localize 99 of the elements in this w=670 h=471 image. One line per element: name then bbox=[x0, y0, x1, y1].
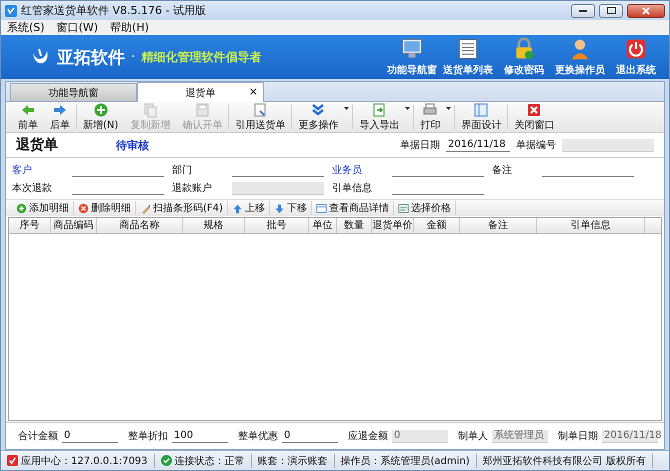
tab-close-button[interactable]: × bbox=[248, 85, 258, 98]
column-header[interactable]: 数量 bbox=[337, 218, 372, 233]
field-label: 整单优惠 bbox=[238, 430, 278, 443]
close-icon bbox=[642, 6, 650, 14]
field-label: 部门 bbox=[172, 164, 193, 177]
field-label: 业务员 bbox=[332, 164, 363, 177]
status-label: 待审核 bbox=[116, 138, 150, 152]
close-icon bbox=[526, 102, 542, 118]
banner-button[interactable]: 更换操作员 bbox=[555, 37, 605, 79]
up-arrow-icon bbox=[232, 202, 243, 214]
tab[interactable]: 退货单 × bbox=[137, 82, 264, 102]
toolbar-button[interactable]: 下移 bbox=[270, 201, 312, 215]
column-header[interactable]: 商品名称 bbox=[97, 218, 183, 233]
input-field[interactable]: 2016/11/18 bbox=[446, 138, 510, 152]
toolbar-button[interactable]: 界面设计 bbox=[455, 102, 508, 132]
maximize-icon bbox=[606, 7, 616, 14]
banner-button[interactable]: 功能导航窗 bbox=[387, 37, 437, 79]
field-label: 合计金额 bbox=[18, 430, 58, 443]
status-text: 应用中心：127.0.0.1:7093 bbox=[21, 454, 148, 468]
field-label: 本次退款 bbox=[12, 182, 53, 195]
brand-name: 亚拓软件 bbox=[57, 46, 125, 68]
column-header[interactable]: 备注 bbox=[460, 218, 537, 233]
input-field[interactable]: 0 bbox=[282, 430, 338, 442]
field-label: 引单信息 bbox=[332, 182, 373, 195]
tab[interactable]: 功能导航窗 bbox=[10, 83, 137, 101]
status-text: 郑州亚拓软件科技有限公司 版权所有 bbox=[482, 454, 646, 468]
window-title: 红管家送货单软件 V8.5.176 - 试用版 bbox=[21, 3, 207, 18]
table-icon bbox=[398, 202, 409, 214]
toolbar-button[interactable]: 关闭窗口 bbox=[508, 102, 560, 132]
window-icon bbox=[316, 202, 327, 214]
down-arrow-icon bbox=[274, 202, 285, 214]
field-label: 应退金额 bbox=[348, 430, 388, 443]
banner-button[interactable]: 退出系统 bbox=[611, 37, 661, 79]
left-arrow-icon bbox=[20, 102, 36, 118]
menu-item[interactable]: 窗口(W) bbox=[56, 20, 98, 35]
column-header[interactable]: 批号 bbox=[245, 218, 309, 233]
column-header[interactable]: 单位 bbox=[309, 218, 337, 233]
toolbar-button[interactable]: 上移 bbox=[228, 201, 270, 215]
import-icon bbox=[371, 102, 388, 118]
layout-icon bbox=[473, 102, 490, 118]
toolbar-button[interactable]: 后单 bbox=[44, 102, 76, 132]
field-label: 制单日期 bbox=[558, 430, 598, 443]
menu-item[interactable]: 帮助(H) bbox=[110, 20, 149, 35]
delete-icon bbox=[78, 202, 89, 214]
right-arrow-icon bbox=[52, 102, 68, 118]
pen-icon bbox=[140, 202, 151, 214]
field-label: 单据编号 bbox=[516, 138, 556, 152]
field-label: 整单折扣 bbox=[128, 430, 168, 443]
check-icon bbox=[160, 455, 172, 466]
toolbar-button[interactable]: 查看商品详情 bbox=[312, 201, 394, 215]
list-icon bbox=[456, 37, 480, 61]
plus-icon bbox=[16, 202, 27, 214]
save-icon bbox=[194, 102, 210, 118]
toolbar-button[interactable]: 引用送货单 bbox=[229, 102, 292, 132]
app-center-icon bbox=[7, 455, 18, 466]
maximize-button[interactable] bbox=[599, 4, 623, 18]
column-header[interactable]: 规格 bbox=[183, 218, 245, 233]
field-label: 退款账户 bbox=[172, 182, 213, 195]
column-header[interactable]: 序号 bbox=[9, 218, 51, 233]
toolbar-button[interactable]: 选择价格 bbox=[394, 201, 456, 215]
minimize-icon bbox=[579, 9, 587, 12]
toolbar-button[interactable]: 更多操作 bbox=[292, 102, 352, 132]
power-icon bbox=[624, 37, 648, 61]
field-label: 备注 bbox=[492, 164, 513, 177]
banner-button[interactable]: 修改密码 bbox=[499, 37, 549, 79]
app-icon bbox=[5, 4, 17, 16]
toolbar-button[interactable]: 删除明细 bbox=[74, 201, 136, 215]
caret-icon bbox=[344, 107, 350, 110]
column-header[interactable]: 引单信息 bbox=[537, 218, 645, 233]
input-field[interactable]: 100 bbox=[172, 430, 228, 442]
status-text: 连接状态：正常 bbox=[174, 454, 245, 468]
document-icon bbox=[252, 102, 268, 118]
field-label: 客户 bbox=[12, 164, 33, 177]
close-button[interactable] bbox=[627, 4, 665, 18]
copy-icon bbox=[142, 102, 158, 118]
field-label: 制单人 bbox=[458, 430, 488, 443]
column-header[interactable]: 退货单价 bbox=[372, 218, 414, 233]
status-text: 操作员：系统管理员(admin) bbox=[340, 454, 470, 468]
toolbar-button[interactable]: 打印 bbox=[414, 102, 454, 132]
chevrons-icon bbox=[310, 102, 326, 118]
column-header[interactable]: 金额 bbox=[414, 218, 460, 233]
slogan: 精细化管理软件倡导者 bbox=[141, 48, 262, 66]
field-label: 单据日期 bbox=[400, 138, 440, 152]
document-title: 退货单 bbox=[16, 136, 59, 154]
input-field[interactable]: 0 bbox=[62, 430, 118, 442]
minimize-button[interactable] bbox=[571, 4, 595, 18]
caret-icon bbox=[405, 107, 410, 110]
toolbar-button[interactable]: 扫描条形码(F4) bbox=[136, 201, 228, 215]
toolbar-button[interactable]: 添加明细 bbox=[12, 201, 74, 215]
column-header[interactable]: 商品编码 bbox=[51, 218, 97, 233]
toolbar-button[interactable]: 新增(N) bbox=[77, 102, 124, 132]
status-text: 账套：演示账套 bbox=[258, 454, 328, 468]
banner-button[interactable]: 送货单列表 bbox=[443, 37, 493, 79]
toolbar-button[interactable]: 导入导出 bbox=[353, 102, 414, 132]
menu-item[interactable]: 系统(S) bbox=[7, 20, 45, 35]
toolbar-button[interactable]: 前单 bbox=[12, 102, 44, 132]
caret-icon bbox=[446, 107, 452, 110]
plus-icon bbox=[92, 102, 109, 118]
separator-dot: · bbox=[131, 49, 136, 65]
